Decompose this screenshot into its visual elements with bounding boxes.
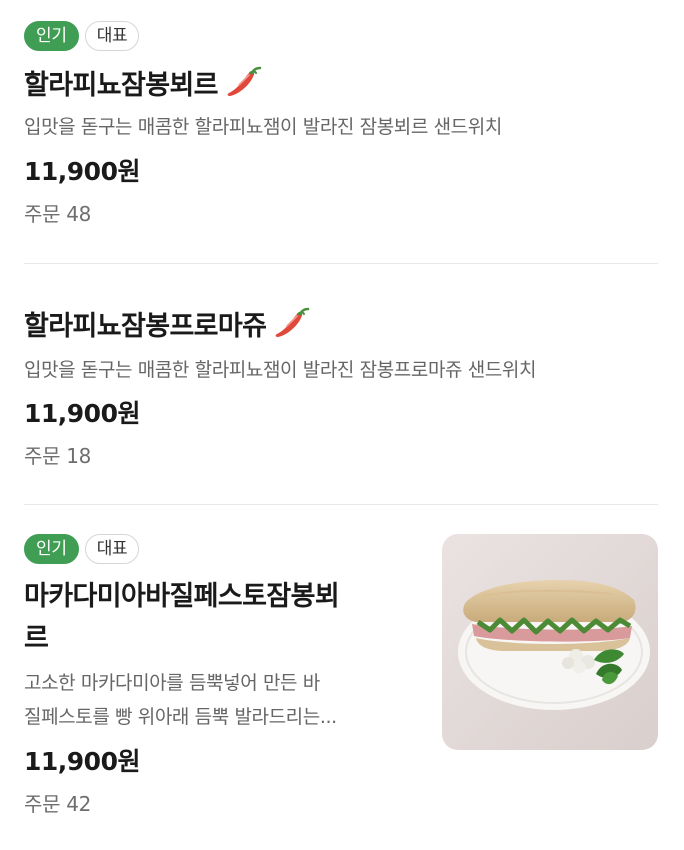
menu-description: 입맛을 돋구는 매콤한 할라피뇨잼이 발라진 잠봉프로마쥬 샌드위치	[24, 359, 537, 381]
signature-badge: 대표	[84, 21, 140, 51]
divider	[24, 263, 658, 264]
menu-price: 11,900원	[24, 399, 140, 428]
badge-row: 인기 대표	[24, 21, 658, 51]
menu-name-row: 할라피뇨잠봉뵈르	[24, 64, 658, 101]
badge-row: 인기 대표	[24, 534, 424, 564]
popular-badge: 인기	[24, 534, 79, 564]
signature-badge: 대표	[84, 534, 140, 564]
sandwich-image	[442, 534, 658, 750]
menu-description-line: 질페스토를 빵 위아래 듬뿍 발라드리는...	[24, 706, 337, 728]
chili-pepper-icon	[276, 307, 310, 337]
menu-description: 입맛을 돋구는 매콤한 할라피뇨잼이 발라진 잠봉뵈르 샌드위치	[24, 116, 502, 138]
chili-pepper-icon	[227, 66, 262, 96]
menu-name-line: 르	[24, 623, 49, 654]
order-count: 주문 48	[24, 202, 92, 226]
order-count: 주문 18	[24, 444, 92, 468]
menu-name: 할라피뇨잠봉뵈르	[24, 69, 219, 101]
order-count: 주문 42	[24, 792, 92, 816]
divider	[24, 504, 658, 505]
menu-list: 인기 대표 할라피뇨잠봉뵈르 입맛을 돋구는 매콤한 할라피뇨잼이 발라진 잠봉…	[0, 0, 684, 850]
menu-name-line: 마카다미아바질페스토잠봉뵈	[24, 581, 340, 612]
menu-price: 11,900원	[24, 157, 140, 186]
menu-item[interactable]: 인기 대표 할라피뇨잠봉뵈르 입맛을 돋구는 매콤한 할라피뇨잼이 발라진 잠봉…	[24, 21, 658, 236]
menu-item[interactable]: 인기 대표 마카다미아바질페스토잠봉뵈 르 고소한 마카다미아를 듬뿍넣어 만든…	[24, 534, 424, 824]
menu-price: 11,900원	[24, 747, 140, 776]
menu-description-line: 고소한 마카다미아를 듬뿍넣어 만든 바	[24, 672, 320, 694]
menu-name: 할라피뇨잠봉프로마쥬	[24, 310, 267, 342]
menu-description: 고소한 마카다미아를 듬뿍넣어 만든 바 질페스토를 빵 위아래 듬뿍 발라드리…	[24, 666, 424, 734]
menu-name-row: 할라피뇨잠봉프로마쥬	[24, 305, 658, 342]
popular-badge: 인기	[24, 21, 79, 51]
menu-item[interactable]: 할라피뇨잠봉프로마쥬 입맛을 돋구는 매콤한 할라피뇨잼이 발라진 잠봉프로마쥬…	[24, 305, 658, 475]
sandwich-photo[interactable]	[442, 534, 658, 750]
menu-name: 마카다미아바질페스토잠봉뵈 르	[24, 576, 424, 660]
